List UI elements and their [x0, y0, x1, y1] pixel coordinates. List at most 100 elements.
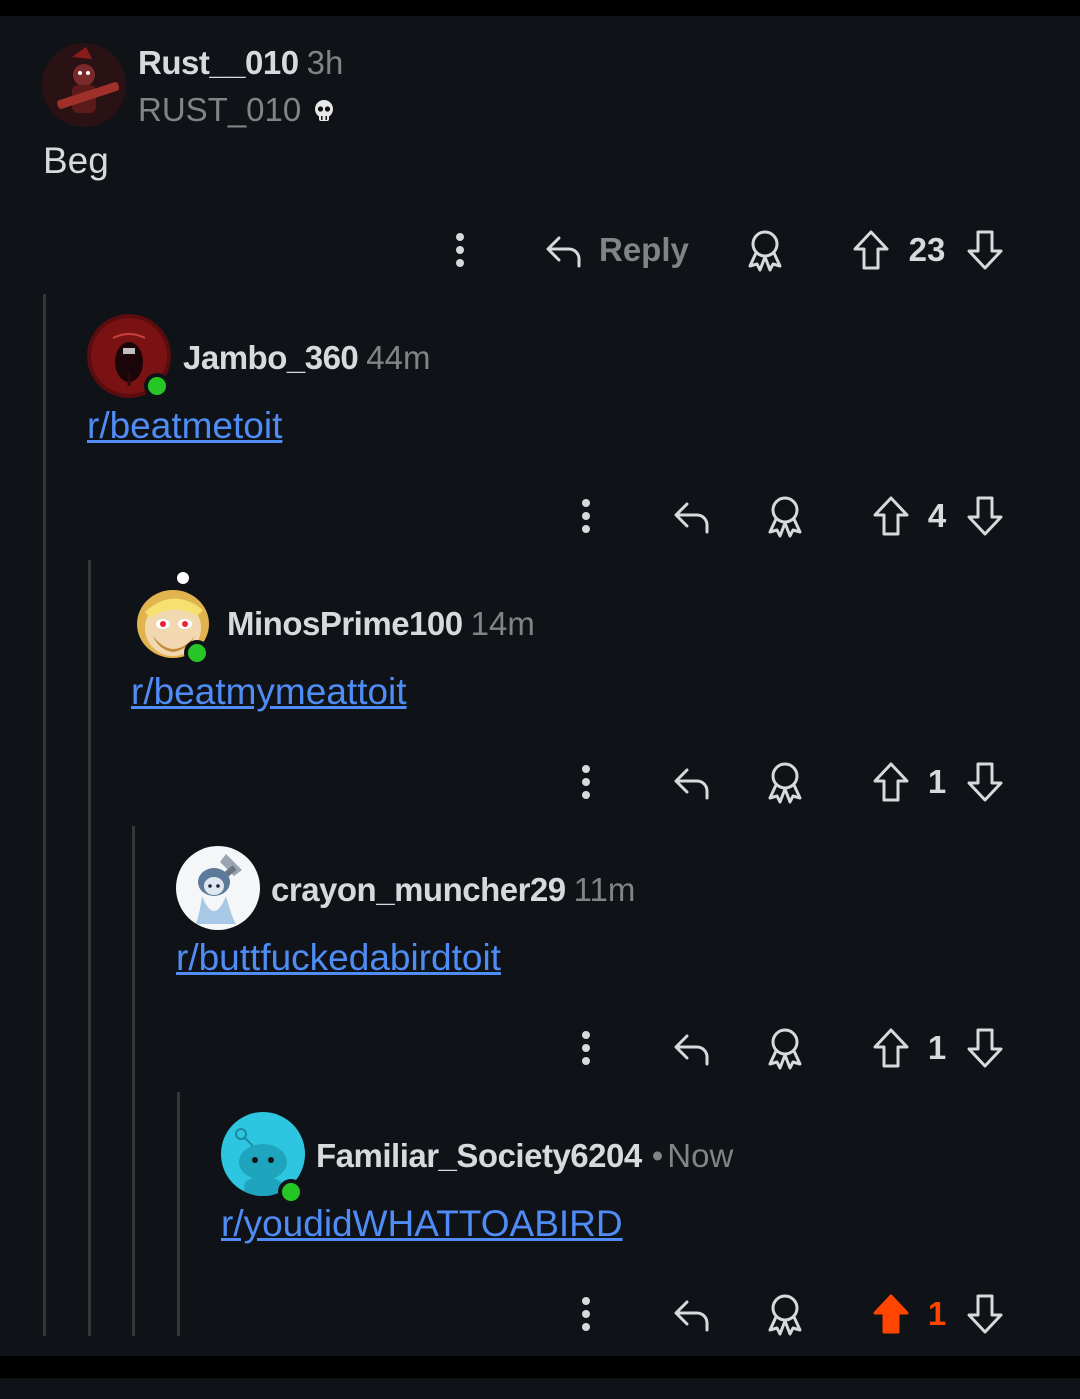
downvote-icon [967, 762, 1003, 802]
downvote-icon [967, 230, 1003, 270]
user-flair: RUST_010 [138, 91, 335, 129]
skull-flair-icon [315, 100, 334, 121]
more-options-button[interactable] [566, 486, 606, 546]
thread-line-3[interactable] [132, 826, 135, 1336]
vote-count-value: 1 [927, 763, 947, 800]
upvote-button[interactable] [848, 220, 894, 280]
username[interactable]: crayon_muncher29 [271, 871, 566, 908]
reply-button[interactable]: Reply [543, 220, 703, 280]
vote-count: 1 [920, 1018, 954, 1078]
vote-count: 1 [920, 1284, 954, 1344]
downvote-button[interactable] [962, 486, 1008, 546]
more-options-button[interactable] [440, 220, 480, 280]
reply-icon [674, 1034, 709, 1066]
subreddit-link[interactable]: r/youdidWHATTOABIRD [221, 1203, 623, 1245]
online-indicator [278, 1179, 304, 1205]
reply-button[interactable] [668, 752, 714, 812]
more-vertical-icon [582, 499, 590, 533]
award-button[interactable] [762, 486, 808, 546]
more-vertical-icon [582, 765, 590, 799]
subreddit-link[interactable]: r/beatmymeattoit [131, 671, 407, 713]
comment-meta: Rust__010 3h [138, 44, 343, 82]
avatar[interactable] [176, 846, 260, 930]
reply-icon [546, 236, 581, 268]
thread-line-1[interactable] [43, 294, 46, 1336]
downvote-button[interactable] [962, 752, 1008, 812]
upvote-button[interactable] [868, 752, 914, 812]
comment-meta: Familiar_Society6204 • Now [316, 1137, 733, 1175]
award-icon [768, 1028, 802, 1070]
vote-count-value: 4 [927, 497, 947, 534]
timestamp: Now [667, 1137, 734, 1174]
more-vertical-icon [582, 1297, 590, 1331]
more-vertical-icon [582, 1031, 590, 1065]
reply-label: Reply [599, 231, 689, 268]
vote-count: 23 [900, 220, 954, 280]
comment-meta: crayon_muncher29 11m [271, 871, 635, 909]
more-options-button[interactable] [566, 1284, 606, 1344]
reply-icon [674, 1300, 709, 1332]
online-indicator [184, 640, 210, 666]
avatar-image [42, 43, 126, 127]
vote-count: 1 [920, 752, 954, 812]
subreddit-link[interactable]: r/buttfuckedabirdtoit [176, 937, 501, 979]
username[interactable]: MinosPrime100 [227, 605, 463, 642]
downvote-button[interactable] [962, 1284, 1008, 1344]
comment-actions: 1 [0, 1284, 1080, 1344]
award-icon [748, 230, 782, 272]
upvote-button[interactable] [868, 486, 914, 546]
downvote-icon [967, 1294, 1003, 1334]
award-button[interactable] [762, 1018, 808, 1078]
upvote-icon [873, 496, 909, 536]
downvote-button[interactable] [962, 1018, 1008, 1078]
username[interactable]: Familiar_Society6204 [316, 1137, 642, 1174]
vote-count: 4 [920, 486, 954, 546]
downvote-button[interactable] [962, 220, 1008, 280]
comment-body: Beg [43, 140, 109, 181]
award-button[interactable] [742, 220, 788, 280]
username[interactable]: Jambo_360 [183, 339, 359, 376]
upvote-button[interactable] [868, 1018, 914, 1078]
flair-text: RUST_010 [138, 91, 302, 128]
upvote-filled-icon [873, 1294, 909, 1334]
comment-actions: 1 [0, 752, 1080, 812]
comment-meta: MinosPrime100 14m [227, 605, 535, 643]
upvote-button-active[interactable] [868, 1284, 914, 1344]
reply-button[interactable] [668, 1284, 714, 1344]
downvote-icon [967, 1028, 1003, 1068]
timestamp: 14m [470, 605, 535, 642]
more-options-button[interactable] [566, 752, 606, 812]
vote-count-value: 23 [908, 231, 946, 268]
award-icon [768, 496, 802, 538]
thread-line-2[interactable] [88, 560, 91, 1336]
comment-actions: 1 [0, 1018, 1080, 1078]
award-button[interactable] [762, 1284, 808, 1344]
more-options-button[interactable] [566, 1018, 606, 1078]
comment-thread: Rust__010 3h RUST_010 Beg Reply 23 Jambo… [0, 16, 1080, 1356]
award-icon [768, 762, 802, 804]
award-icon [768, 1294, 802, 1336]
upvote-icon [853, 230, 889, 270]
comment-meta: Jambo_360 44m [183, 339, 430, 377]
separator-dot: • [651, 1137, 664, 1174]
reply-button[interactable] [668, 1018, 714, 1078]
reply-icon [674, 502, 709, 534]
avatar-image [176, 846, 260, 930]
subreddit-link[interactable]: r/beatmetoit [87, 405, 282, 447]
vote-count-value: 1 [927, 1029, 947, 1066]
bottom-strip [0, 1378, 1080, 1399]
timestamp: 3h [306, 44, 344, 81]
comment-actions: Reply 23 [0, 220, 1080, 280]
vote-count-value: 1 [927, 1295, 947, 1332]
timestamp: 44m [366, 339, 431, 376]
avatar[interactable] [42, 43, 126, 127]
award-button[interactable] [762, 752, 808, 812]
online-indicator [144, 373, 170, 399]
upvote-icon [873, 762, 909, 802]
more-vertical-icon [456, 233, 464, 267]
comment-actions: 4 [0, 486, 1080, 546]
reply-button[interactable] [668, 486, 714, 546]
reply-icon [674, 768, 709, 800]
downvote-icon [967, 496, 1003, 536]
username[interactable]: Rust__010 [138, 44, 299, 81]
